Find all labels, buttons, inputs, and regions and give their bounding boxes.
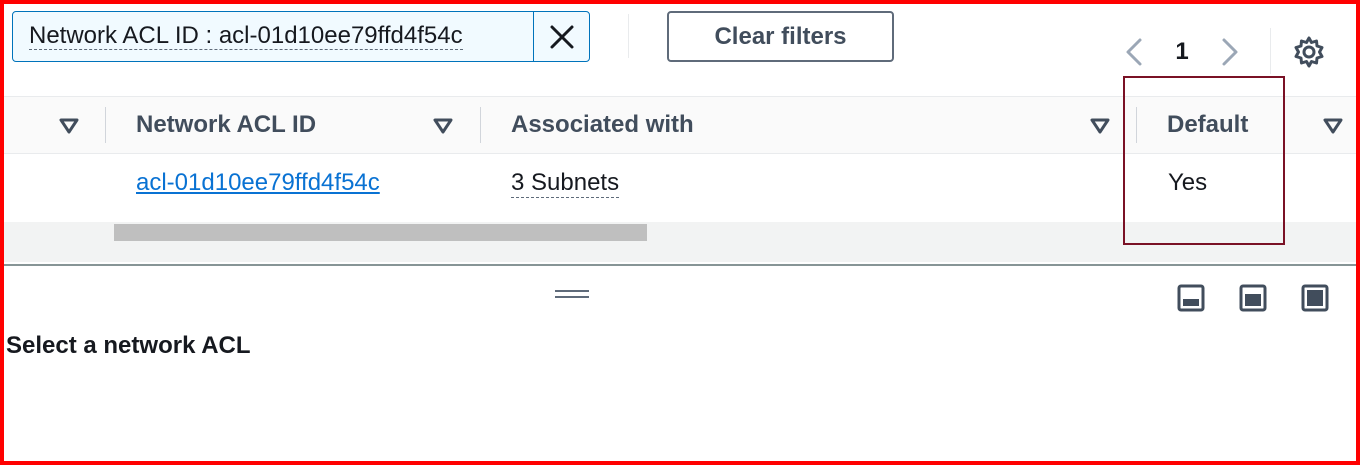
sort-caret-icon[interactable] — [432, 115, 454, 137]
sort-caret-icon[interactable] — [1089, 115, 1111, 137]
position-bottom-button[interactable] — [1177, 284, 1205, 312]
column-header-default[interactable]: Default — [1167, 111, 1248, 139]
toolbar-divider — [628, 14, 629, 58]
panel-bottom-icon — [1177, 284, 1205, 312]
sort-caret-icon[interactable] — [1322, 115, 1344, 137]
column-resizer[interactable] — [105, 107, 106, 143]
associated-subnets-popover[interactable]: 3 Subnets — [511, 169, 620, 198]
column-header-network-acl-id[interactable]: Network ACL ID — [136, 111, 316, 139]
split-panel-title: Select a network ACL — [6, 332, 251, 359]
clear-filters-button[interactable]: Clear filters — [667, 11, 894, 62]
split-panel-resize-handle[interactable] — [555, 290, 589, 304]
network-acl-id-link[interactable]: acl-01d10ee79ffd4f54c — [136, 169, 380, 197]
position-side-button[interactable] — [1239, 284, 1267, 312]
pagination: 1 — [1118, 32, 1246, 72]
panel-side-icon — [1239, 284, 1267, 312]
table-row[interactable]: acl-01d10ee79ffd4f54c 3 Subnets Yes — [4, 154, 1356, 220]
gear-icon — [1294, 36, 1324, 68]
next-page-button[interactable] — [1214, 32, 1246, 72]
previous-page-button[interactable] — [1118, 32, 1150, 72]
table-header: Network ACL ID Associated with Default — [4, 96, 1356, 154]
filter-token: Network ACL ID : acl-01d10ee79ffd4f54c — [12, 11, 590, 62]
pagination-divider — [1270, 28, 1271, 74]
chevron-right-icon — [1222, 38, 1238, 66]
horizontal-scrollbar-thumb[interactable] — [114, 224, 647, 241]
column-resizer[interactable] — [480, 107, 481, 143]
close-icon — [550, 25, 573, 48]
column-header-associated-with[interactable]: Associated with — [511, 111, 694, 139]
preferences-button[interactable] — [1290, 33, 1328, 71]
split-panel-divider — [4, 264, 1356, 266]
panel-full-icon — [1301, 284, 1329, 312]
page-number-current[interactable]: 1 — [1150, 38, 1214, 66]
chevron-left-icon — [1126, 38, 1142, 66]
sort-caret-icon[interactable] — [58, 115, 80, 137]
column-resizer[interactable] — [1136, 107, 1137, 143]
remove-filter-button[interactable] — [533, 12, 589, 61]
position-full-button[interactable] — [1301, 284, 1329, 312]
default-value: Yes — [1168, 169, 1208, 196]
filter-token-label[interactable]: Network ACL ID : acl-01d10ee79ffd4f54c — [13, 12, 533, 61]
